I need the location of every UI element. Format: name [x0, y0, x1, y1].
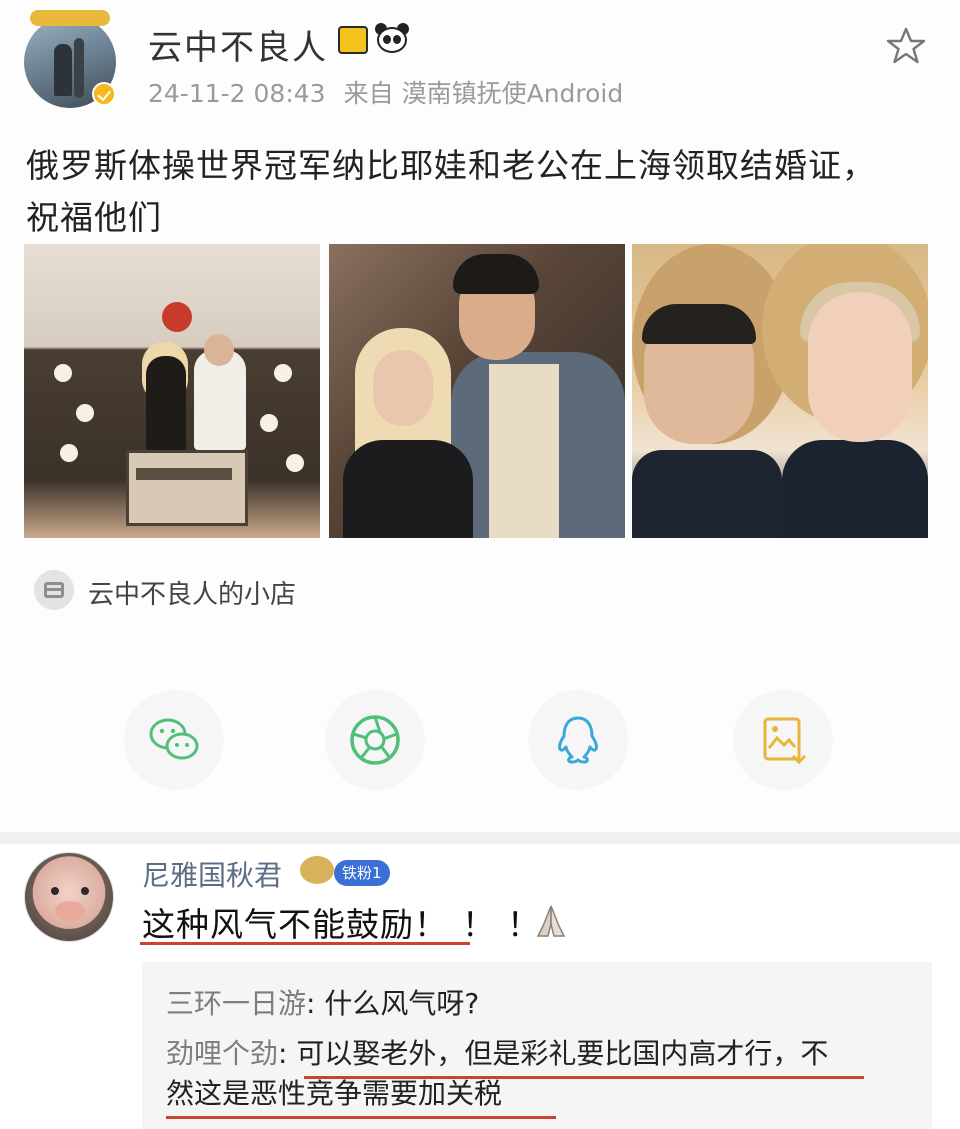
reply-underline-2: [166, 1116, 556, 1119]
reply-1-text: 什么风气呀?: [324, 987, 480, 1020]
commenter-avatar[interactable]: [24, 852, 114, 942]
reply-2-colon: :: [278, 1037, 297, 1070]
verified-icon: [92, 82, 116, 106]
section-divider: [0, 832, 960, 844]
share-qq-button[interactable]: [528, 690, 628, 790]
reply-2-line-2: 然这是恶性竞争需要加关税: [166, 1077, 503, 1110]
post-text-line-1: 俄罗斯体操世界冠军纳比耶娃和老公在上海领取结婚证，: [26, 146, 876, 185]
shop-icon: [34, 570, 74, 610]
comment-text-main: 这种风气不能鼓励！: [142, 905, 448, 944]
save-image-button[interactable]: [733, 690, 833, 790]
comment-text: 这种风气不能鼓励！！！: [142, 898, 552, 946]
avatar-figure-2: [74, 38, 84, 98]
share-moments-button[interactable]: [325, 690, 425, 790]
source-prefix: 来自: [343, 79, 394, 108]
comment-underline: [140, 942, 470, 945]
photo-1[interactable]: [24, 244, 320, 538]
reply-underline-1: [304, 1076, 864, 1079]
comment: 尼雅国秋君 铁粉1 这种风气不能鼓励！！！ 三环一日游: 什么风气呀? 劲哩个劲…: [0, 844, 960, 1129]
post-meta: 24-11-2 08:43 来自 漠南镇抚使Android: [148, 74, 641, 110]
reply-1-author[interactable]: 三环一日游: [166, 987, 306, 1020]
crown-badge-icon: [300, 856, 334, 884]
author-avatar[interactable]: [24, 10, 122, 108]
photo-2[interactable]: [329, 244, 625, 538]
post-text: 俄罗斯体操世界冠军纳比耶娃和老公在上海领取结婚证， 祝福他们: [26, 140, 926, 244]
share-wechat-button[interactable]: [124, 690, 224, 790]
shop-label: 云中不良人的小店: [88, 580, 297, 610]
photo-3[interactable]: [632, 244, 928, 538]
pray-emoji-icon: [536, 905, 566, 937]
reply-1: 三环一日游: 什么风气呀?: [166, 984, 906, 1024]
moments-icon: [350, 715, 400, 765]
reply-2-line-1: 劲哩个劲: 可以娶老外，但是彩礼要比国内高才行，不: [166, 1034, 906, 1074]
vip-badge-icon: [338, 26, 368, 54]
fan-badge: 铁粉1: [334, 860, 390, 886]
weibo-post: 云中不良人 24-11-2 08:43 来自 漠南镇抚使Android 俄罗斯体操世…: [0, 0, 960, 832]
post-date: 24-11-2 08:43: [148, 79, 326, 108]
reply-2: 劲哩个劲: 可以娶老外，但是彩礼要比国内高才行，不 然这是恶性竞争需要加关税: [166, 1034, 906, 1114]
photo-grid: [24, 244, 928, 538]
reply-box[interactable]: 三环一日游: 什么风气呀? 劲哩个劲: 可以娶老外，但是彩礼要比国内高才行，不 …: [142, 962, 932, 1129]
reply-2-text-1: 可以娶老外，但是彩礼要比国内高才行，不: [296, 1037, 829, 1070]
author-name[interactable]: 云中不良人: [148, 20, 328, 69]
qq-icon: [558, 716, 598, 764]
reply-2-author[interactable]: 劲哩个劲: [166, 1037, 278, 1070]
share-row: [0, 690, 960, 790]
post-source[interactable]: 漠南镇抚使Android: [402, 79, 624, 108]
wechat-icon: [149, 718, 199, 760]
favorite-star-icon[interactable]: [886, 26, 926, 66]
avatar-figure: [54, 44, 72, 96]
reply-1-colon: :: [306, 987, 325, 1020]
panda-badge-icon: [374, 22, 410, 54]
avatar-banner: [30, 10, 110, 26]
save-image-icon: [763, 717, 807, 765]
post-text-line-2: 祝福他们: [26, 198, 162, 237]
commenter-name[interactable]: 尼雅国秋君: [142, 854, 282, 894]
